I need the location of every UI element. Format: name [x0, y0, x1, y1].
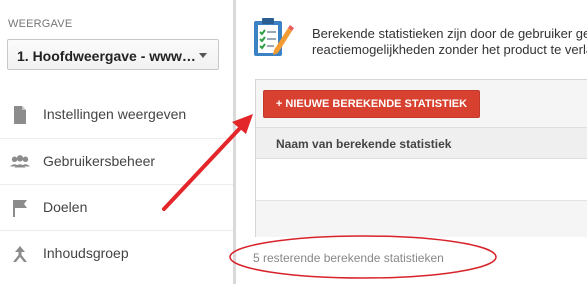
- intro-line: reactiemogelijkheden zonder het product …: [312, 42, 587, 57]
- chevron-down-icon: [199, 53, 207, 58]
- flag-icon: [13, 200, 27, 217]
- document-icon: [14, 106, 26, 124]
- users-icon: [10, 155, 30, 168]
- table-footer: [256, 201, 587, 237]
- sidebar-item-label: Instellingen weergeven: [43, 106, 187, 122]
- sidebar: WEERGAVE 1. Hoofdweergave - www… Instell…: [0, 0, 233, 284]
- content-grouping-icon: [13, 246, 27, 262]
- table-header: Naam van berekende statistiek: [256, 127, 587, 159]
- remaining-metrics-text: 5 resterende berekende statistieken: [253, 251, 444, 265]
- page: WEERGAVE 1. Hoofdweergave - www… Instell…: [0, 0, 587, 284]
- sidebar-item-user-management[interactable]: Gebruikersbeheer: [0, 138, 233, 185]
- column-header-name[interactable]: Naam van berekende statistiek: [276, 137, 451, 151]
- view-label: WEERGAVE: [8, 18, 73, 30]
- sidebar-item-label: Inhoudsgroep: [43, 245, 129, 261]
- table-row: [256, 159, 587, 201]
- sidebar-item-label: Doelen: [43, 199, 88, 215]
- sidebar-item-content-grouping[interactable]: Inhoudsgroep: [0, 230, 233, 277]
- view-select-value: 1. Hoofdweergave - www…: [17, 48, 196, 64]
- view-select[interactable]: 1. Hoofdweergave - www…: [7, 39, 219, 70]
- intro-line: Berekende statistieken zijn door de gebr…: [312, 26, 587, 41]
- new-calculated-metric-button[interactable]: + NIEUWE BEREKENDE STATISTIEK: [263, 90, 480, 118]
- sidebar-item-view-settings[interactable]: Instellingen weergeven: [0, 92, 233, 138]
- intro-text: Berekende statistieken zijn door de gebr…: [312, 26, 587, 58]
- sidebar-item-goals[interactable]: Doelen: [0, 184, 233, 231]
- main-content: Berekende statistieken zijn door de gebr…: [236, 0, 587, 284]
- calculated-metrics-panel: + NIEUWE BEREKENDE STATISTIEK Naam van b…: [255, 79, 587, 237]
- sidebar-item-label: Gebruikersbeheer: [43, 153, 156, 169]
- clipboard-pencil-icon: [254, 18, 294, 56]
